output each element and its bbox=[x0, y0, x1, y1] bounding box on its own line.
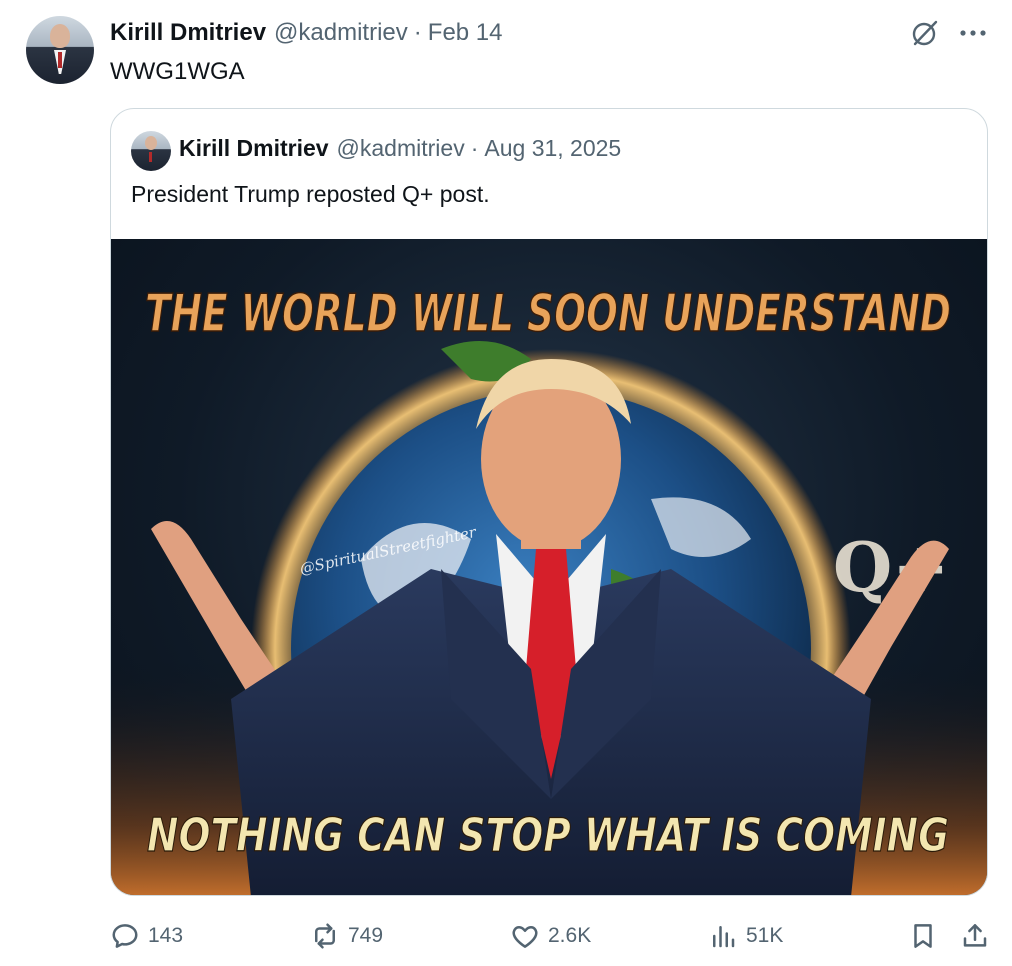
tweet-header: Kirill Dmitriev @kadmitriev · Feb 14 bbox=[110, 18, 503, 48]
reply-count: 143 bbox=[148, 924, 184, 947]
separator-dot: · bbox=[413, 19, 422, 46]
quoted-separator-dot: · bbox=[470, 135, 479, 161]
quoted-avatar-head bbox=[145, 136, 157, 150]
views-button[interactable]: 51K bbox=[708, 916, 783, 956]
image-headline-bottom: NOTHING CAN STOP WHAT IS COMING bbox=[147, 808, 949, 862]
action-bar: 143 749 2.6K 51K bbox=[110, 916, 990, 956]
repost-count: 749 bbox=[348, 924, 384, 947]
share-icon bbox=[963, 924, 987, 947]
quoted-text: President Trump reposted Q+ post. bbox=[131, 181, 490, 207]
like-button[interactable]: 2.6K bbox=[510, 916, 591, 956]
avatar-head bbox=[50, 24, 70, 48]
image-headline-top: THE WORLD WILL SOON UNDERSTAND bbox=[145, 284, 951, 344]
repost-button[interactable]: 749 bbox=[310, 916, 383, 956]
views-count: 51K bbox=[746, 924, 784, 947]
post-date[interactable]: Feb 14 bbox=[428, 19, 503, 47]
more-icon[interactable] bbox=[956, 22, 990, 44]
author-avatar[interactable] bbox=[26, 16, 94, 84]
bookmark-icon bbox=[914, 924, 932, 948]
share-button[interactable] bbox=[960, 916, 998, 956]
quoted-post[interactable]: Kirill Dmitriev @kadmitriev · Aug 31, 20… bbox=[110, 108, 988, 896]
author-name[interactable]: Kirill Dmitriev bbox=[110, 19, 266, 47]
quoted-header: Kirill Dmitriev @kadmitriev · Aug 31, 20… bbox=[179, 135, 621, 162]
repost-icon bbox=[315, 923, 335, 949]
avatar-tie bbox=[58, 52, 62, 68]
quoted-avatar-tie bbox=[149, 152, 152, 162]
quoted-author-avatar bbox=[131, 131, 171, 171]
quoted-author-handle: @kadmitriev bbox=[336, 135, 465, 161]
heart-icon bbox=[512, 926, 538, 948]
bookmark-button[interactable] bbox=[908, 916, 946, 956]
author-handle[interactable]: @kadmitriev bbox=[274, 19, 408, 47]
like-count: 2.6K bbox=[548, 924, 592, 947]
quoted-image[interactable]: Q+ THE WORLD WILL SOON UNDERSTAND @Spiri… bbox=[111, 239, 987, 895]
reply-icon bbox=[112, 924, 138, 948]
quoted-author-name: Kirill Dmitriev bbox=[179, 135, 329, 161]
quoted-image-illustration: Q+ THE WORLD WILL SOON UNDERSTAND @Spiri… bbox=[111, 283, 987, 895]
quoted-post-date: Aug 31, 2025 bbox=[484, 135, 622, 161]
grok-icon[interactable] bbox=[910, 18, 940, 48]
tweet[interactable]: Kirill Dmitriev @kadmitriev · Feb 14 WWG… bbox=[0, 0, 1012, 966]
views-icon bbox=[713, 926, 735, 948]
reply-button[interactable]: 143 bbox=[110, 916, 183, 956]
tweet-text: WWG1WGA bbox=[110, 58, 245, 85]
